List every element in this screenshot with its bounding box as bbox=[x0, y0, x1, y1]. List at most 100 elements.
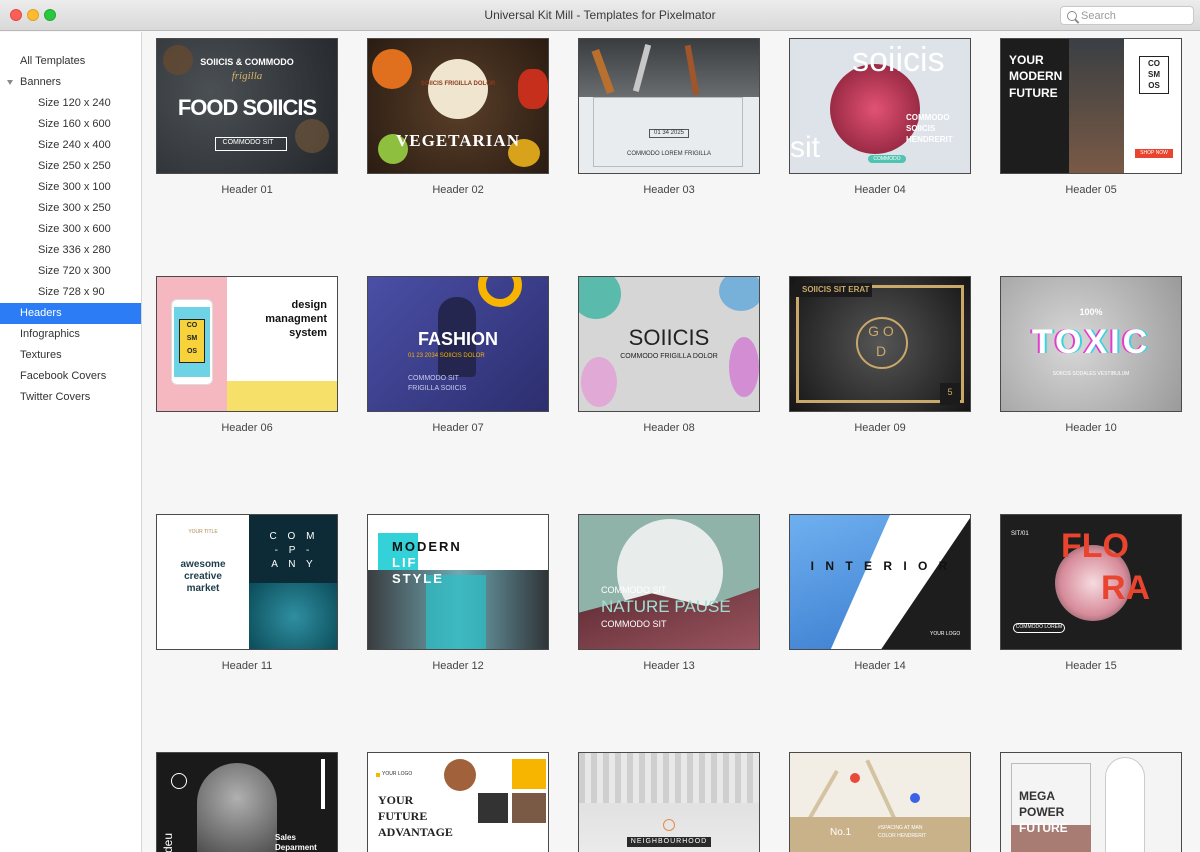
sidebar-item-facebook-covers[interactable]: Facebook Covers bbox=[0, 366, 141, 387]
sidebar-item-size-160-x-600[interactable]: Size 160 x 600 bbox=[0, 114, 141, 135]
sidebar-item-size-240-x-400[interactable]: Size 240 x 400 bbox=[0, 135, 141, 156]
thumbnail-text: COMMODO LOREM bbox=[1015, 624, 1063, 630]
sidebar-item-size-720-x-300[interactable]: Size 720 x 300 bbox=[0, 261, 141, 282]
template-tile[interactable]: SOIICIS FRIGILLA DOLOR VEGETARIAN Header 0… bbox=[367, 38, 549, 196]
template-tile[interactable]: 01 34 2025 COMMODO LOREM FRIGILLA Header 0… bbox=[578, 38, 760, 196]
thumbnail-text: G O bbox=[868, 323, 894, 339]
template-tile[interactable]: NEIGHBOURHOOD bbox=[578, 752, 760, 852]
template-tile[interactable]: YOUR TITLE awesome creative market C O M - P … bbox=[156, 514, 338, 672]
sidebar-item-textures[interactable]: Textures bbox=[0, 345, 141, 366]
thumbnail-text: C O M bbox=[269, 531, 319, 542]
template-tile[interactable]: YOUR MODERN FUTURE CO SM OS SHOP NOW Header 05 bbox=[1000, 38, 1182, 196]
template-thumbnail[interactable]: CO SM OS design managment system bbox=[156, 276, 338, 412]
thumbnail-text: frigilla bbox=[231, 70, 263, 82]
sidebar-item-banners[interactable]: Banners bbox=[0, 72, 141, 93]
template-caption: Header 08 bbox=[643, 422, 695, 434]
thumbnail-shape bbox=[227, 381, 337, 411]
template-thumbnail[interactable]: NEIGHBOURHOOD bbox=[578, 752, 760, 852]
sidebar-item-size-120-x-240[interactable]: Size 120 x 240 bbox=[0, 93, 141, 114]
thumbnail-text: SHOP NOW bbox=[1140, 150, 1168, 156]
template-tile[interactable]: deuorisonSalesDeparment bbox=[156, 752, 338, 852]
template-thumbnail[interactable]: YOUR MODERN FUTURE CO SM OS SHOP NOW bbox=[1000, 38, 1182, 174]
sidebar-item-size-250-x-250[interactable]: Size 250 x 250 bbox=[0, 156, 141, 177]
thumbnail-shape bbox=[850, 773, 860, 783]
template-thumbnail[interactable]: No.1 #SPACING AT MAN COLOR HENDRERIT bbox=[789, 752, 971, 852]
template-tile[interactable]: YOUR LOGO YOUR FUTURE ADVANTAGE bbox=[367, 752, 549, 852]
sidebar-item-label: Size 336 x 280 bbox=[38, 244, 111, 256]
template-caption: Header 01 bbox=[221, 184, 273, 196]
thumbnail-text: COLOR HENDRERIT bbox=[878, 833, 927, 839]
thumbnail-text: SOIICIS bbox=[628, 325, 710, 350]
sidebar-item-infographics[interactable]: Infographics bbox=[0, 324, 141, 345]
thumbnail-text: Deparment bbox=[275, 843, 317, 852]
sidebar-item-all-templates[interactable]: All Templates bbox=[0, 51, 141, 72]
sidebar-item-twitter-covers[interactable]: Twitter Covers bbox=[0, 387, 141, 408]
thumbnail-text: D bbox=[875, 343, 887, 359]
thumbnail-text: I N T E R I O R bbox=[810, 559, 952, 573]
thumbnail-text: OS bbox=[186, 348, 198, 355]
thumbnail-text: SM bbox=[1148, 70, 1160, 79]
template-tile[interactable]: SOIICIS COMMODO FRIGILLA DOLOR Header 08 bbox=[578, 276, 760, 434]
template-thumbnail[interactable]: SIT/01 FLO RA COMMODO LOREM bbox=[1000, 514, 1182, 650]
thumbnail-shape bbox=[910, 793, 920, 803]
thumbnail-text: HENDRERIT bbox=[906, 135, 953, 144]
sidebar-item-size-336-x-280[interactable]: Size 336 x 280 bbox=[0, 240, 141, 261]
template-thumbnail[interactable]: FASHION 01 23 2034 SOIICIS DOLOR COMMODO S… bbox=[367, 276, 549, 412]
template-caption: Header 12 bbox=[432, 660, 484, 672]
template-thumbnail[interactable]: SOIICIS SIT ERAT G O D 5 bbox=[789, 276, 971, 412]
template-tile[interactable]: MEGA POWER FUTURE bbox=[1000, 752, 1182, 852]
search-field[interactable] bbox=[1060, 6, 1194, 25]
template-tile[interactable]: SIT/01 FLO RA COMMODO LOREM Header 15 bbox=[1000, 514, 1182, 672]
sidebar-item-headers[interactable]: Headers bbox=[0, 303, 141, 324]
template-tile[interactable]: No.1 #SPACING AT MAN COLOR HENDRERIT bbox=[789, 752, 971, 852]
thumbnail-text: FUTURE bbox=[378, 809, 428, 823]
search-input[interactable] bbox=[1081, 9, 1191, 22]
sidebar-item-label: Size 160 x 600 bbox=[38, 118, 111, 130]
thumbnail-shape bbox=[197, 763, 277, 852]
sidebar-item-size-300-x-250[interactable]: Size 300 x 250 bbox=[0, 198, 141, 219]
thumbnail-text: #SPACING AT MAN bbox=[878, 825, 923, 831]
template-thumbnail[interactable]: I N T E R I O R YOUR LOGO bbox=[789, 514, 971, 650]
template-thumbnail[interactable]: SOIICIS COMMODO FRIGILLA DOLOR bbox=[578, 276, 760, 412]
template-thumbnail[interactable]: COMMODO SIT NATURE PAUSE COMMODO SIT bbox=[578, 514, 760, 650]
template-thumbnail[interactable]: SOIICIS & COMMODO frigilla FOOD SOIICIS COM… bbox=[156, 38, 338, 174]
template-thumbnail[interactable]: soiicis sit COMMODO SOIICIS HENDRERIT COMMODO bbox=[789, 38, 971, 174]
template-thumbnail[interactable]: YOUR TITLE awesome creative market C O M - P … bbox=[156, 514, 338, 650]
template-thumbnail[interactable]: deuorisonSalesDeparment bbox=[156, 752, 338, 852]
template-tile[interactable]: MODERN LIFE STYLE Header 12 bbox=[367, 514, 549, 672]
thumbnail-text: COMMODO SIT bbox=[222, 139, 274, 146]
thumbnail-text: RA bbox=[1101, 569, 1151, 607]
sidebar-item-size-728-x-90[interactable]: Size 728 x 90 bbox=[0, 282, 141, 303]
thumbnail-text: 01 23 2034 SOIICIS DOLOR bbox=[408, 353, 485, 359]
sidebar-item-label: Infographics bbox=[20, 328, 80, 340]
thumbnail-text: 100% bbox=[1079, 307, 1103, 317]
template-tile[interactable]: COMMODO SIT NATURE PAUSE COMMODO SIT Header… bbox=[578, 514, 760, 672]
template-thumbnail[interactable]: 01 34 2025 COMMODO LOREM FRIGILLA bbox=[578, 38, 760, 174]
template-tile[interactable]: SOIICIS & COMMODO frigilla FOOD SOIICIS COM… bbox=[156, 38, 338, 196]
template-thumbnail[interactable]: MEGA POWER FUTURE bbox=[1000, 752, 1182, 852]
thumbnail-text: YOUR bbox=[1009, 53, 1044, 67]
template-tile[interactable]: CO SM OS design managment system Header 06 bbox=[156, 276, 338, 434]
sidebar-item-size-300-x-100[interactable]: Size 300 x 100 bbox=[0, 177, 141, 198]
thumbnail-text: awesome bbox=[180, 559, 226, 570]
thumbnail-text: COMMODO SIT bbox=[601, 585, 667, 595]
title-bar: Universal Kit Mill - Templates for Pixel… bbox=[0, 0, 1200, 31]
template-thumbnail[interactable]: SOIICIS FRIGILLA DOLOR VEGETARIAN bbox=[367, 38, 549, 174]
thumbnail-text: FLO bbox=[1061, 527, 1129, 565]
thumbnail-text: FASHION bbox=[417, 329, 498, 349]
thumbnail-text: SOIICIS SIT ERAT bbox=[802, 285, 870, 294]
thumbnail-text: No.1 bbox=[830, 827, 852, 838]
template-caption: Header 02 bbox=[432, 184, 484, 196]
thumbnail-text: MEGA bbox=[1019, 789, 1055, 803]
template-tile[interactable]: SOIICIS SIT ERAT G O D 5 Header 09 bbox=[789, 276, 971, 434]
template-thumbnail[interactable]: 100% TOXIC SOIICIS SODALES VESTIBULUM bbox=[1000, 276, 1182, 412]
template-tile[interactable]: soiicis sit COMMODO SOIICIS HENDRERIT COMMODO… bbox=[789, 38, 971, 196]
template-thumbnail[interactable]: MODERN LIFE STYLE bbox=[367, 514, 549, 650]
sidebar-item-size-300-x-600[interactable]: Size 300 x 600 bbox=[0, 219, 141, 240]
template-tile[interactable]: FASHION 01 23 2034 SOIICIS DOLOR COMMODO S… bbox=[367, 276, 549, 434]
disclosure-triangle-icon[interactable] bbox=[7, 80, 13, 85]
template-thumbnail[interactable]: YOUR LOGO YOUR FUTURE ADVANTAGE bbox=[367, 752, 549, 852]
thumbnail-text: SM bbox=[186, 335, 198, 342]
template-tile[interactable]: 100% TOXIC SOIICIS SODALES VESTIBULUM Heade… bbox=[1000, 276, 1182, 434]
template-tile[interactable]: I N T E R I O R YOUR LOGO Header 14 bbox=[789, 514, 971, 672]
